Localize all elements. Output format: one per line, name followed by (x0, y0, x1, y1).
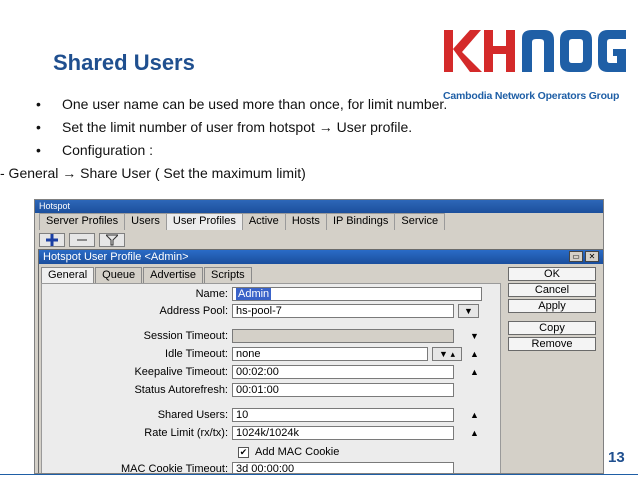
expand-up-icon[interactable]: ▲ (470, 428, 479, 438)
ok-button[interactable]: OK (508, 267, 596, 281)
tab-users[interactable]: Users (124, 213, 167, 230)
mac-cookie-timeout-input[interactable]: 3d 00:00:00 (232, 462, 454, 473)
filter-icon (106, 234, 118, 246)
field-rate-limit: Rate Limit (rx/tx): 1024k/1024k ▲ (42, 426, 502, 440)
logo-subtitle: Cambodia Network Operators Group (443, 90, 620, 102)
remove-profile-button[interactable]: Remove (508, 337, 596, 351)
bullet-text: Configuration : (62, 142, 154, 158)
tab-hosts[interactable]: Hosts (284, 213, 327, 230)
tab-service[interactable]: Service (394, 213, 446, 230)
cancel-button[interactable]: Cancel (508, 283, 596, 297)
dialog-action-buttons: OK Cancel Apply Copy Remove (508, 267, 596, 353)
bullet-item: • Configuration : (36, 139, 447, 162)
tab-queue[interactable]: Queue (95, 267, 143, 283)
bullet-text: - General → Share User ( Set the maximum… (0, 165, 306, 181)
dialog-title: Hotspot User Profile <Admin> (43, 251, 189, 263)
field-status-autorefresh: Status Autorefresh: 00:01:00 (42, 383, 502, 397)
slide-title: Shared Users (53, 50, 195, 75)
bullet-item: • One user name can be used more than on… (36, 93, 447, 116)
hotspot-window-title: Hotspot (35, 200, 603, 213)
field-idle-timeout: Idle Timeout: none ▼ ▴ ▲ (42, 347, 502, 361)
copy-button[interactable]: Copy (508, 321, 596, 335)
add-icon (46, 234, 58, 246)
expand-up-icon[interactable]: ▲ (470, 349, 479, 359)
tab-server-profiles[interactable]: Server Profiles (39, 213, 126, 230)
name-value: Admin (236, 288, 272, 300)
hotspot-window: Hotspot Server Profiles Users User Profi… (34, 199, 604, 474)
collapse-down-icon[interactable]: ▼ (470, 331, 479, 341)
field-name: Name: Admin (42, 287, 502, 301)
remove-button[interactable] (69, 233, 95, 247)
rate-limit-label: Rate Limit (rx/tx): (144, 427, 228, 439)
field-session-timeout: Session Timeout: ▼ (42, 329, 502, 343)
maximize-icon[interactable]: ▭ (569, 251, 583, 262)
session-timeout-input[interactable] (232, 329, 454, 343)
expand-up-icon[interactable]: ▲ (470, 367, 479, 377)
khnog-logo-mark (444, 30, 626, 72)
add-mac-cookie-label: Add MAC Cookie (255, 446, 340, 458)
tab-active[interactable]: Active (241, 213, 286, 230)
bullet-list: • One user name can be used more than on… (0, 93, 447, 185)
bullet-item: - General → Share User ( Set the maximum… (0, 162, 447, 185)
address-pool-select[interactable]: hs-pool-7 (232, 304, 454, 318)
user-profile-dialog: Hotspot User Profile <Admin> ▭ ✕ General… (38, 249, 603, 474)
field-address-pool: Address Pool: hs-pool-7 ▼ (42, 304, 502, 318)
dialog-window-controls: ▭ ✕ (569, 251, 599, 262)
status-autorefresh-label: Status Autorefresh: (134, 384, 228, 396)
shared-users-label: Shared Users: (157, 409, 228, 421)
session-timeout-label: Session Timeout: (143, 330, 228, 342)
bullet-text: One user name can be used more than once… (62, 96, 448, 112)
bullet-marker: • (36, 142, 41, 158)
field-shared-users: Shared Users: 10 ▲ (42, 408, 502, 422)
address-pool-label: Address Pool: (159, 305, 228, 317)
dialog-titlebar: Hotspot User Profile <Admin> ▭ ✕ (39, 250, 603, 264)
keepalive-timeout-input[interactable]: 00:02:00 (232, 365, 454, 379)
status-autorefresh-input[interactable]: 00:01:00 (232, 383, 454, 397)
tab-ip-bindings[interactable]: IP Bindings (325, 213, 396, 230)
name-input[interactable]: Admin (232, 287, 482, 301)
mac-cookie-timeout-label: MAC Cookie Timeout: (121, 463, 228, 474)
add-mac-cookie-checkbox[interactable]: ✔ (238, 446, 249, 458)
bullet-marker: • (36, 119, 41, 135)
idle-timeout-dropdown-icon[interactable]: ▼ ▴ (432, 347, 462, 361)
idle-timeout-input[interactable]: none (232, 347, 428, 361)
bullet-text: Set the limit number of user from hotspo… (62, 119, 413, 135)
page-number: 13 (608, 449, 625, 466)
bullet-marker: • (36, 96, 41, 112)
expand-up-icon[interactable]: ▲ (470, 410, 479, 420)
hotspot-toolbar (39, 233, 125, 247)
keepalive-timeout-label: Keepalive Timeout: (134, 366, 228, 378)
dialog-tab-bar: General Queue Advertise Scripts (41, 267, 253, 283)
general-tab-panel: Name: Admin Address Pool: hs-pool-7 ▼ Se… (41, 283, 502, 474)
address-pool-dropdown-icon[interactable]: ▼ (458, 304, 479, 318)
tab-general[interactable]: General (41, 267, 95, 283)
remove-icon (77, 239, 87, 241)
rate-limit-input[interactable]: 1024k/1024k (232, 426, 454, 440)
field-mac-cookie-timeout: MAC Cookie Timeout: 3d 00:00:00 (42, 462, 502, 474)
tab-scripts[interactable]: Scripts (204, 267, 252, 283)
khnog-logo: Cambodia Network Operators Group (440, 24, 630, 102)
tab-advertise[interactable]: Advertise (143, 267, 204, 283)
idle-timeout-label: Idle Timeout: (165, 348, 228, 360)
apply-button[interactable]: Apply (508, 299, 596, 313)
hotspot-tab-bar: Server Profiles Users User Profiles Acti… (35, 213, 603, 230)
filter-button[interactable] (99, 233, 125, 247)
tab-user-profiles[interactable]: User Profiles (165, 213, 243, 230)
field-keepalive-timeout: Keepalive Timeout: 00:02:00 ▲ (42, 365, 502, 379)
shared-users-input[interactable]: 10 (232, 408, 454, 422)
add-mac-cookie-row: ✔ Add MAC Cookie (238, 446, 339, 458)
add-button[interactable] (39, 233, 65, 247)
footer-divider (0, 474, 638, 475)
bullet-item: • Set the limit number of user from hots… (36, 116, 447, 139)
close-icon[interactable]: ✕ (585, 251, 599, 262)
name-label: Name: (195, 288, 228, 300)
